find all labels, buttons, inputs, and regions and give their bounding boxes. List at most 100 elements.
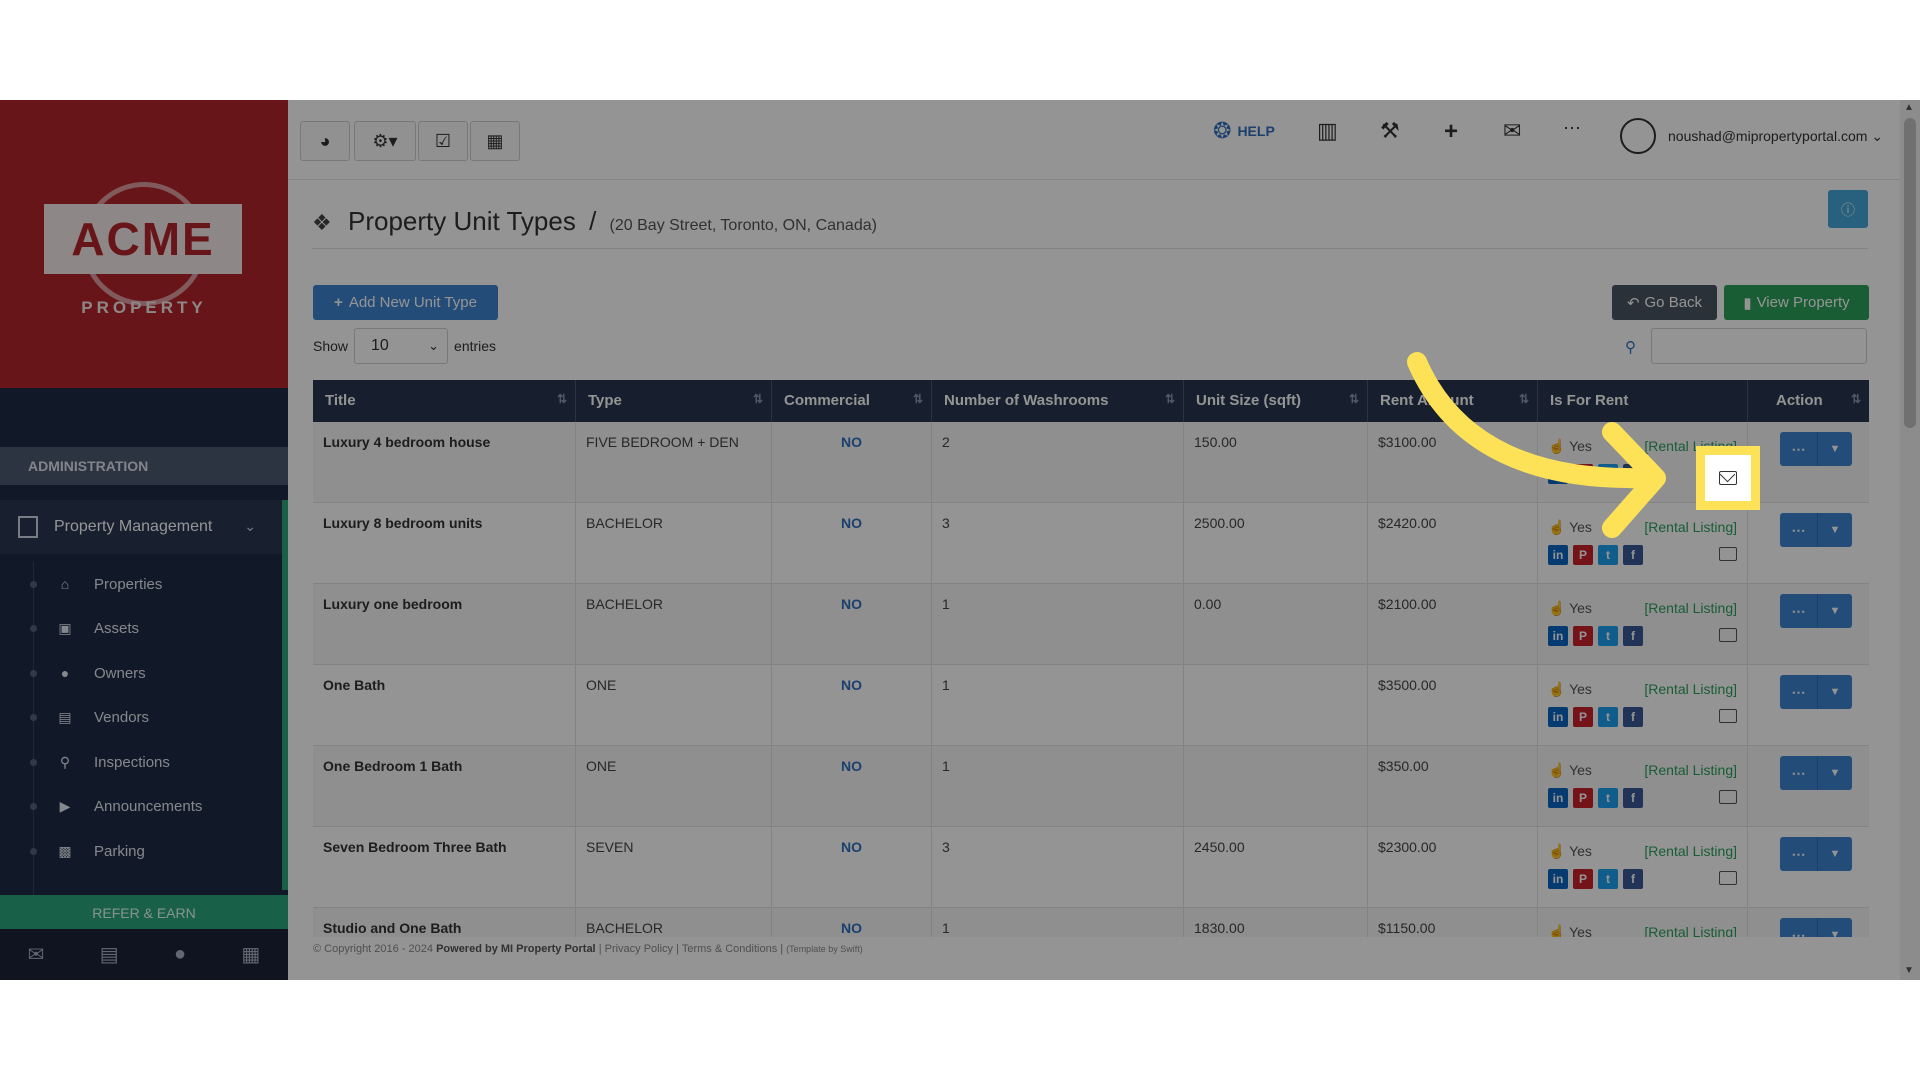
- facebook-icon[interactable]: f: [1623, 545, 1643, 565]
- sidebar-item-announcements[interactable]: ▶ Announcements: [0, 785, 282, 830]
- reports-button[interactable]: ▥: [1317, 118, 1338, 144]
- calculator-icon[interactable]: ▦: [241, 942, 260, 967]
- linkedin-icon[interactable]: in: [1548, 464, 1568, 484]
- twitter-icon[interactable]: t: [1598, 869, 1618, 889]
- rental-listing-link[interactable]: [Rental Listing]: [1644, 924, 1737, 937]
- facebook-icon[interactable]: f: [1623, 869, 1643, 889]
- envelope-icon[interactable]: [1719, 871, 1737, 885]
- column-header-action[interactable]: Action ⇅: [1748, 380, 1869, 422]
- sidebar-item-vendors[interactable]: ▤ Vendors: [0, 696, 282, 741]
- column-header-washrooms[interactable]: Number of Washrooms ⇅: [932, 380, 1184, 422]
- linkedin-icon[interactable]: in: [1548, 626, 1568, 646]
- column-header-rent-amount[interactable]: Rent Amount ⇅: [1368, 380, 1538, 422]
- main-content: ❖ Property Unit Types / (20 Bay Street, …: [288, 180, 1900, 980]
- entries-select[interactable]: 10 ⌄: [354, 328, 449, 364]
- user-icon[interactable]: ●: [174, 943, 186, 966]
- linkedin-icon[interactable]: in: [1548, 707, 1568, 727]
- actions-dropdown-button[interactable]: ▼: [1818, 756, 1852, 790]
- pinterest-icon[interactable]: P: [1573, 707, 1593, 727]
- more-actions-button[interactable]: ⋯: [1780, 756, 1818, 790]
- column-header-is-for-rent[interactable]: Is For Rent: [1538, 380, 1748, 422]
- help-link[interactable]: ❂ HELP: [1213, 118, 1275, 144]
- settings-dropdown-button[interactable]: ⚙▾: [354, 121, 416, 161]
- more-actions-button[interactable]: ⋯: [1780, 513, 1818, 547]
- sidebar-item-inspections[interactable]: ⚲ Inspections: [0, 740, 282, 785]
- briefcase-icon[interactable]: ▤: [100, 942, 119, 967]
- refer-earn-button[interactable]: REFER & EARN: [0, 895, 288, 929]
- linkedin-icon[interactable]: in: [1548, 788, 1568, 808]
- more-actions-button[interactable]: ⋯: [1780, 918, 1818, 937]
- pinterest-icon[interactable]: P: [1573, 626, 1593, 646]
- sort-icon: ⇅: [752, 392, 763, 406]
- envelope-icon[interactable]: [1719, 709, 1737, 723]
- actions-dropdown-button[interactable]: ▼: [1818, 432, 1852, 466]
- calculator-button[interactable]: ▦: [470, 121, 520, 161]
- view-property-button[interactable]: ▮ View Property: [1724, 285, 1869, 320]
- sidebar-item-owners[interactable]: ● Owners: [0, 651, 282, 696]
- rental-listing-link[interactable]: [Rental Listing]: [1644, 681, 1737, 697]
- rental-listing-link[interactable]: [Rental Listing]: [1644, 843, 1737, 859]
- column-header-unit-size[interactable]: Unit Size (sqft) ⇅: [1184, 380, 1368, 422]
- go-back-button[interactable]: ↶ Go Back: [1612, 285, 1717, 320]
- mail-icon[interactable]: ✉: [28, 942, 45, 967]
- twitter-icon[interactable]: t: [1598, 626, 1618, 646]
- twitter-icon[interactable]: t: [1598, 464, 1618, 484]
- tools-button[interactable]: ⚒: [1380, 118, 1400, 144]
- facebook-icon[interactable]: f: [1623, 626, 1643, 646]
- footer-powered[interactable]: Powered by MI Property Portal: [436, 943, 596, 955]
- linkedin-icon[interactable]: in: [1548, 545, 1568, 565]
- avatar[interactable]: [1620, 118, 1656, 154]
- column-header-type[interactable]: Type ⇅: [576, 380, 772, 422]
- messages-button[interactable]: ✉: [1503, 118, 1521, 144]
- page-scrollbar[interactable]: ▲ ▼: [1900, 100, 1920, 980]
- calendar-button[interactable]: ☑: [418, 121, 468, 161]
- rental-listing-link[interactable]: [Rental Listing]: [1644, 762, 1737, 778]
- envelope-icon[interactable]: [1719, 628, 1737, 642]
- column-header-title[interactable]: Title ⇅: [313, 380, 576, 422]
- more-actions-button[interactable]: ⋯: [1780, 432, 1818, 466]
- footer-links[interactable]: | Privacy Policy | Terms & Conditions |: [599, 943, 783, 955]
- actions-dropdown-button[interactable]: ▼: [1818, 513, 1852, 547]
- facebook-icon[interactable]: f: [1623, 788, 1643, 808]
- search-input[interactable]: [1651, 328, 1867, 364]
- more-actions-button[interactable]: ⋯: [1780, 594, 1818, 628]
- facebook-icon[interactable]: f: [1623, 464, 1643, 484]
- sidebar-item-property-management[interactable]: Property Management ⌄: [0, 500, 288, 554]
- actions-dropdown-button[interactable]: ▼: [1818, 918, 1852, 937]
- column-header-commercial[interactable]: Commercial ⇅: [772, 380, 932, 422]
- pinterest-icon[interactable]: P: [1573, 464, 1593, 484]
- info-button[interactable]: ⓘ: [1828, 190, 1868, 228]
- pinterest-icon[interactable]: P: [1573, 788, 1593, 808]
- user-menu[interactable]: noushad@mipropertyportal.com ⌄: [1668, 128, 1883, 145]
- dashboard-button[interactable]: ◕: [300, 121, 350, 161]
- scroll-up-icon[interactable]: ▲: [1904, 102, 1914, 113]
- rental-listing-link[interactable]: [Rental Listing]: [1644, 519, 1737, 535]
- sidebar-item-assets[interactable]: ▣ Assets: [0, 607, 282, 652]
- twitter-icon[interactable]: t: [1598, 788, 1618, 808]
- add-unit-type-button[interactable]: + Add New Unit Type: [313, 285, 498, 320]
- rental-listing-link[interactable]: [Rental Listing]: [1644, 600, 1737, 616]
- actions-dropdown-button[interactable]: ▼: [1818, 837, 1852, 871]
- sort-icon: ⇅: [1850, 392, 1861, 406]
- twitter-icon[interactable]: t: [1598, 545, 1618, 565]
- cell-is-for-rent: ☝ Yes[Rental Listing]inPtf: [1538, 827, 1748, 907]
- facebook-icon[interactable]: f: [1623, 707, 1643, 727]
- sidebar-item-properties[interactable]: ⌂ Properties: [0, 562, 282, 607]
- add-button[interactable]: +: [1444, 118, 1458, 146]
- more-actions-button[interactable]: ⋯: [1780, 675, 1818, 709]
- actions-dropdown-button[interactable]: ▼: [1818, 594, 1852, 628]
- more-actions-button[interactable]: ⋯: [1780, 837, 1818, 871]
- linkedin-icon[interactable]: in: [1548, 869, 1568, 889]
- more-button[interactable]: ⋯: [1563, 118, 1581, 139]
- sidebar-item-parking[interactable]: ▩ Parking: [0, 829, 282, 874]
- envelope-icon[interactable]: [1719, 547, 1737, 561]
- twitter-icon[interactable]: t: [1598, 707, 1618, 727]
- highlighted-email-button[interactable]: [1696, 446, 1760, 510]
- actions-dropdown-button[interactable]: ▼: [1818, 675, 1852, 709]
- scroll-down-icon[interactable]: ▼: [1904, 965, 1914, 976]
- briefcase-icon: ▤: [58, 709, 72, 726]
- pinterest-icon[interactable]: P: [1573, 869, 1593, 889]
- envelope-icon[interactable]: [1719, 790, 1737, 804]
- scroll-thumb[interactable]: [1904, 118, 1916, 428]
- pinterest-icon[interactable]: P: [1573, 545, 1593, 565]
